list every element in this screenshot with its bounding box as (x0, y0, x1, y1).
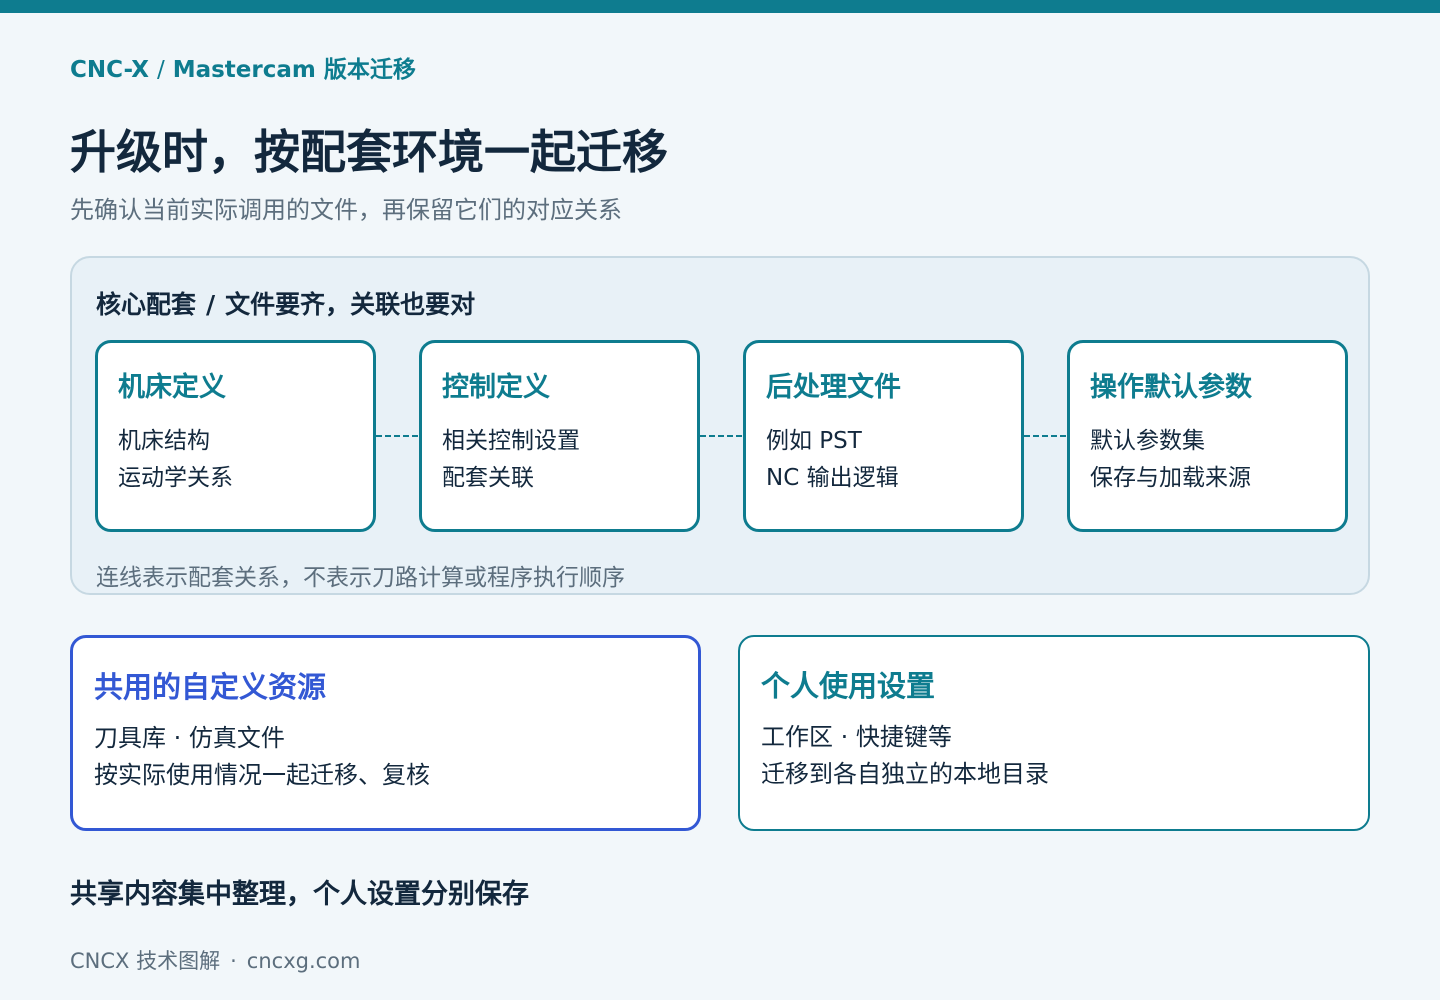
personal-settings-title: 个人使用设置 (761, 669, 936, 703)
control-definition-card: 控制定义 相关控制设置 配套关联 (419, 340, 700, 532)
footer-brand: CNCX 技术图解 (70, 949, 221, 973)
card-line: 机床结构 (118, 428, 210, 454)
card-line: 运动学关系 (118, 465, 233, 491)
footer: CNCX 技术图解 · cncxg.com (70, 945, 360, 975)
personal-settings-line: 工作区 · 快捷键等 (761, 723, 952, 751)
top-accent-bar (0, 0, 1440, 13)
core-kit-heading-left: 核心配套 (96, 290, 197, 319)
card-title: 机床定义 (118, 372, 226, 403)
dashed-connector (376, 435, 418, 437)
breadcrumb: CNC-X / Mastercam 版本迁移 (70, 50, 416, 84)
card-title: 控制定义 (442, 372, 550, 403)
personal-settings-card: 个人使用设置 工作区 · 快捷键等 迁移到各自独立的本地目录 (738, 635, 1370, 831)
card-title: 后处理文件 (766, 372, 901, 403)
page-title: 升级时，按配套环境一起迁移 (70, 125, 668, 179)
summary-statement: 共享内容集中整理，个人设置分别保存 (70, 879, 529, 910)
dashed-connector (700, 435, 742, 437)
page-subtitle: 先确认当前实际调用的文件，再保留它们的对应关系 (70, 196, 622, 224)
connector-note: 连线表示配套关系，不表示刀路计算或程序执行顺序 (96, 565, 625, 591)
operation-defaults-card: 操作默认参数 默认参数集 保存与加载来源 (1067, 340, 1348, 532)
footer-separator: · (230, 949, 237, 973)
breadcrumb-root[interactable]: CNC-X (70, 57, 149, 83)
card-line: 例如 PST (766, 428, 862, 454)
card-line: 保存与加载来源 (1090, 465, 1251, 491)
post-processor-card: 后处理文件 例如 PST NC 输出逻辑 (743, 340, 1024, 532)
machine-definition-card: 机床定义 机床结构 运动学关系 (95, 340, 376, 532)
footer-site-link[interactable]: cncxg.com (247, 949, 361, 973)
personal-settings-line: 迁移到各自独立的本地目录 (761, 760, 1049, 788)
breadcrumb-current: Mastercam 版本迁移 (172, 57, 416, 83)
dashed-connector (1024, 435, 1066, 437)
card-line: 默认参数集 (1090, 428, 1205, 454)
card-line: 相关控制设置 (442, 428, 580, 454)
core-kit-panel: 核心配套 / 文件要齐，关联也要对 机床定义 机床结构 运动学关系 控制定义 相关控… (70, 256, 1370, 595)
card-line: NC 输出逻辑 (766, 465, 899, 491)
breadcrumb-separator: / (156, 57, 165, 83)
card-line: 配套关联 (442, 465, 534, 491)
core-kit-heading-separator: / (206, 290, 216, 319)
core-kit-heading-right: 文件要齐，关联也要对 (225, 290, 476, 319)
shared-resources-title: 共用的自定义资源 (94, 670, 327, 704)
shared-resources-line: 刀具库 · 仿真文件 (94, 724, 285, 752)
core-kit-heading: 核心配套 / 文件要齐，关联也要对 (96, 285, 475, 321)
shared-resources-line: 按实际使用情况一起迁移、复核 (94, 761, 430, 789)
shared-resources-card: 共用的自定义资源 刀具库 · 仿真文件 按实际使用情况一起迁移、复核 (70, 635, 701, 831)
card-title: 操作默认参数 (1090, 372, 1252, 403)
